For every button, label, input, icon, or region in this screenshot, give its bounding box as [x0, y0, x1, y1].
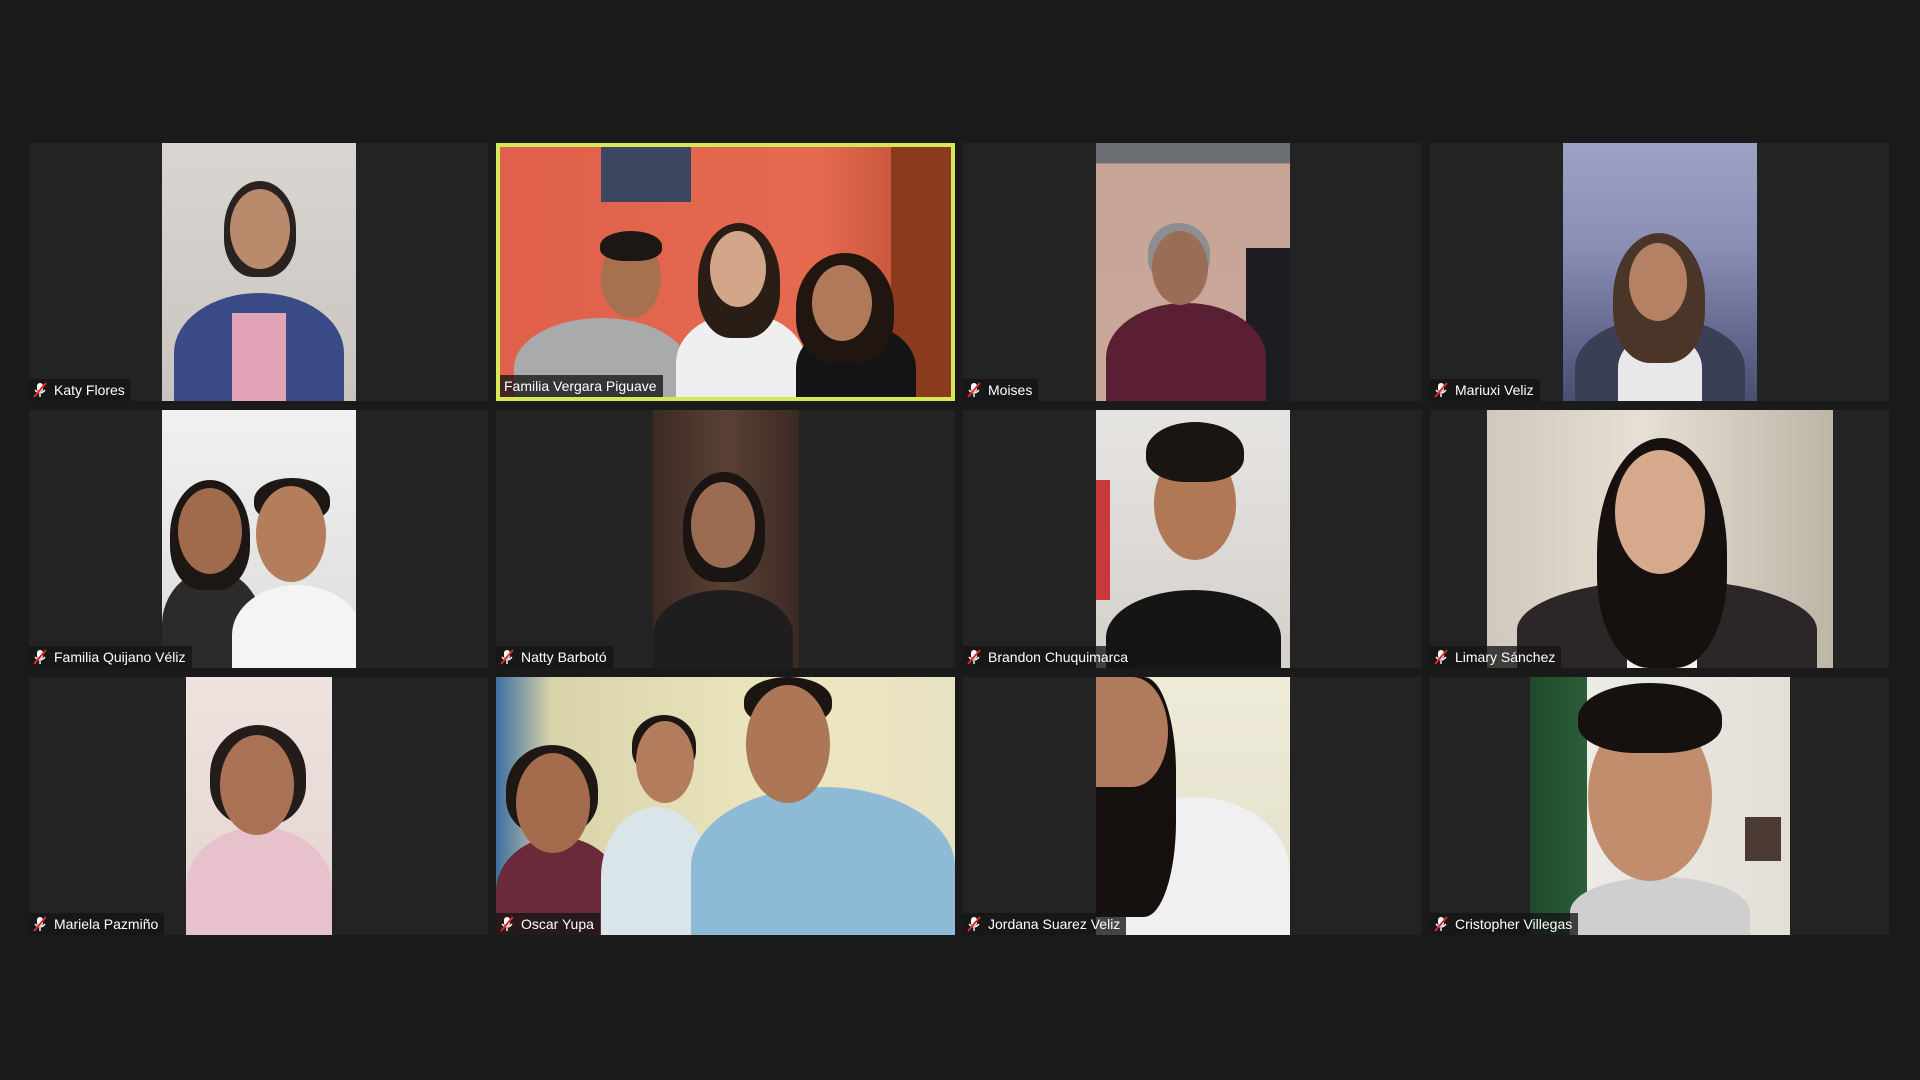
participant-video — [186, 677, 332, 935]
participant-name: Cristopher Villegas — [1455, 916, 1573, 932]
muted-mic-icon — [500, 649, 514, 665]
participant-name: Brandon Chuquimarca — [988, 649, 1129, 665]
participant-name-tag: Mariela Pazmiño — [29, 913, 165, 935]
participant-name-tag: Cristopher Villegas — [1430, 913, 1579, 935]
participant-name: Natty Barbotó — [521, 649, 607, 665]
participant-tile[interactable]: Katy Flores — [29, 143, 488, 401]
participant-name-tag: Oscar Yupa — [496, 913, 600, 935]
participant-name-tag: Brandon Chuquimarca — [963, 646, 1135, 668]
participant-name: Oscar Yupa — [521, 916, 594, 932]
participant-video — [496, 677, 955, 935]
participant-name: Jordana Suarez Veliz — [988, 916, 1121, 932]
participant-tile[interactable]: Cristopher Villegas — [1430, 677, 1889, 935]
participant-name-tag: Familia Quijano Véliz — [29, 646, 192, 668]
participant-name: Mariuxi Veliz — [1455, 382, 1534, 398]
muted-mic-icon — [1434, 916, 1448, 932]
muted-mic-icon — [967, 649, 981, 665]
muted-mic-icon — [967, 916, 981, 932]
participant-tile[interactable]: Moises — [963, 143, 1422, 401]
participant-name-tag: Moises — [963, 379, 1039, 401]
participant-tile[interactable]: Mariela Pazmiño — [29, 677, 488, 935]
participant-tile[interactable]: Mariuxi Veliz — [1430, 143, 1889, 401]
participant-name-tag: Mariuxi Veliz — [1430, 379, 1540, 401]
participant-video — [1096, 143, 1290, 401]
participant-name: Familia Quijano Véliz — [54, 649, 186, 665]
participant-tile[interactable]: Jordana Suarez Veliz — [963, 677, 1422, 935]
participant-video — [496, 143, 955, 401]
participant-name-tag: Natty Barbotó — [496, 646, 613, 668]
participant-video — [1563, 143, 1757, 401]
participant-name-tag: Jordana Suarez Veliz — [963, 913, 1127, 935]
participant-name-tag: Katy Flores — [29, 379, 131, 401]
participant-tile[interactable]: Oscar Yupa — [496, 677, 955, 935]
participant-name: Limary Sánchez — [1455, 649, 1556, 665]
muted-mic-icon — [33, 382, 47, 398]
participant-video — [1530, 677, 1790, 935]
participant-video — [162, 143, 356, 401]
participant-video — [162, 410, 356, 668]
muted-mic-icon — [33, 649, 47, 665]
participant-tile-active-speaker[interactable]: Familia Vergara Piguave — [496, 143, 955, 401]
participant-name-tag: Limary Sánchez — [1430, 646, 1562, 668]
muted-mic-icon — [1434, 649, 1448, 665]
participant-tile[interactable]: Natty Barbotó — [496, 410, 955, 668]
participant-name: Moises — [988, 382, 1033, 398]
participant-video — [1096, 410, 1290, 668]
participant-tile[interactable]: Brandon Chuquimarca — [963, 410, 1422, 668]
muted-mic-icon — [1434, 382, 1448, 398]
muted-mic-icon — [500, 916, 514, 932]
participant-tile[interactable]: Familia Quijano Véliz — [29, 410, 488, 668]
participant-tile[interactable]: Limary Sánchez — [1430, 410, 1889, 668]
participant-video — [1487, 410, 1833, 668]
participant-name: Katy Flores — [54, 382, 125, 398]
participant-video — [653, 410, 799, 668]
participant-name: Mariela Pazmiño — [54, 916, 159, 932]
participant-name-tag: Familia Vergara Piguave — [500, 375, 663, 397]
participant-video — [1096, 677, 1290, 935]
participant-name: Familia Vergara Piguave — [504, 378, 657, 394]
muted-mic-icon — [33, 916, 47, 932]
gallery-view: Katy Flores Familia Vergara Piguave Mois… — [29, 143, 1891, 935]
muted-mic-icon — [967, 382, 981, 398]
